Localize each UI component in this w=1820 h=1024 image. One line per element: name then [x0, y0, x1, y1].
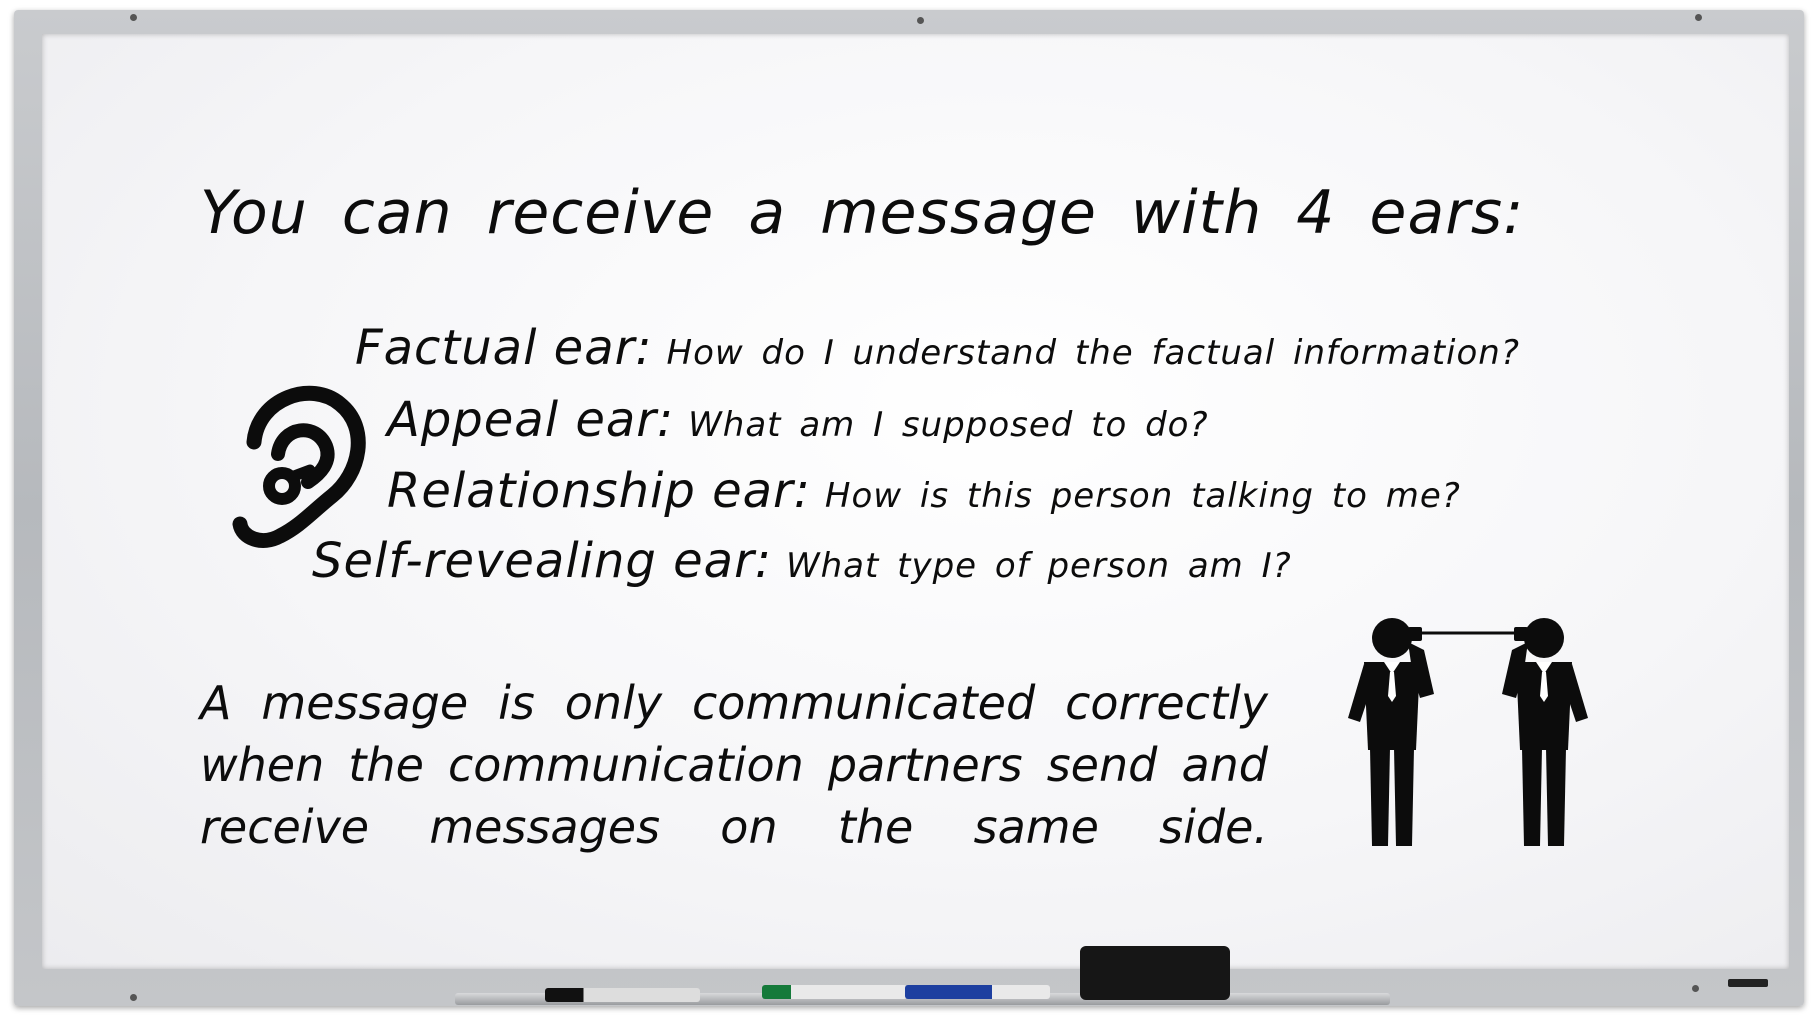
ear-question: What type of person am I? — [786, 546, 1292, 586]
ear-question: How is this person talking to me? — [824, 476, 1461, 516]
page-title: You can receive a message with 4 ears: — [200, 178, 1525, 248]
black-marker — [545, 988, 700, 1002]
brand-plate — [1728, 979, 1768, 987]
frame-rivet — [1692, 985, 1699, 992]
factual-ear-line: Factual ear: How do I understand the fact… — [355, 320, 1520, 376]
frame-rivet — [917, 17, 924, 24]
ear-name: Factual ear: — [355, 320, 653, 376]
blue-marker — [905, 985, 1050, 999]
frame-rivet — [130, 994, 137, 1001]
businessman-right — [1502, 618, 1588, 846]
summary-text: A message is only communicated correctly… — [200, 672, 1268, 858]
summary-line: receive messages on the same side. — [200, 800, 1268, 854]
summary-line: A message is only communicated correctly — [200, 676, 1268, 730]
frame-rivet — [130, 14, 137, 21]
ear-name: Appeal ear: — [387, 392, 675, 448]
frame-rivet — [1695, 14, 1702, 21]
businessman-left — [1348, 618, 1434, 846]
ear-name: Relationship ear: — [387, 463, 811, 519]
green-marker — [762, 985, 907, 999]
relationship-ear-line: Relationship ear: How is this person talk… — [387, 463, 1461, 519]
ear-question: How do I understand the factual informat… — [666, 333, 1520, 373]
appeal-ear-line: Appeal ear: What am I supposed to do? — [387, 392, 1209, 448]
ear-question: What am I supposed to do? — [688, 405, 1209, 445]
two-businessmen-tin-can-phone-icon — [1348, 618, 1588, 846]
ear-icon — [232, 385, 366, 548]
summary-line: when the communication partners send and — [200, 738, 1268, 792]
self-revealing-ear-line: Self-revealing ear: What type of person a… — [312, 533, 1292, 589]
eraser — [1080, 946, 1230, 1000]
